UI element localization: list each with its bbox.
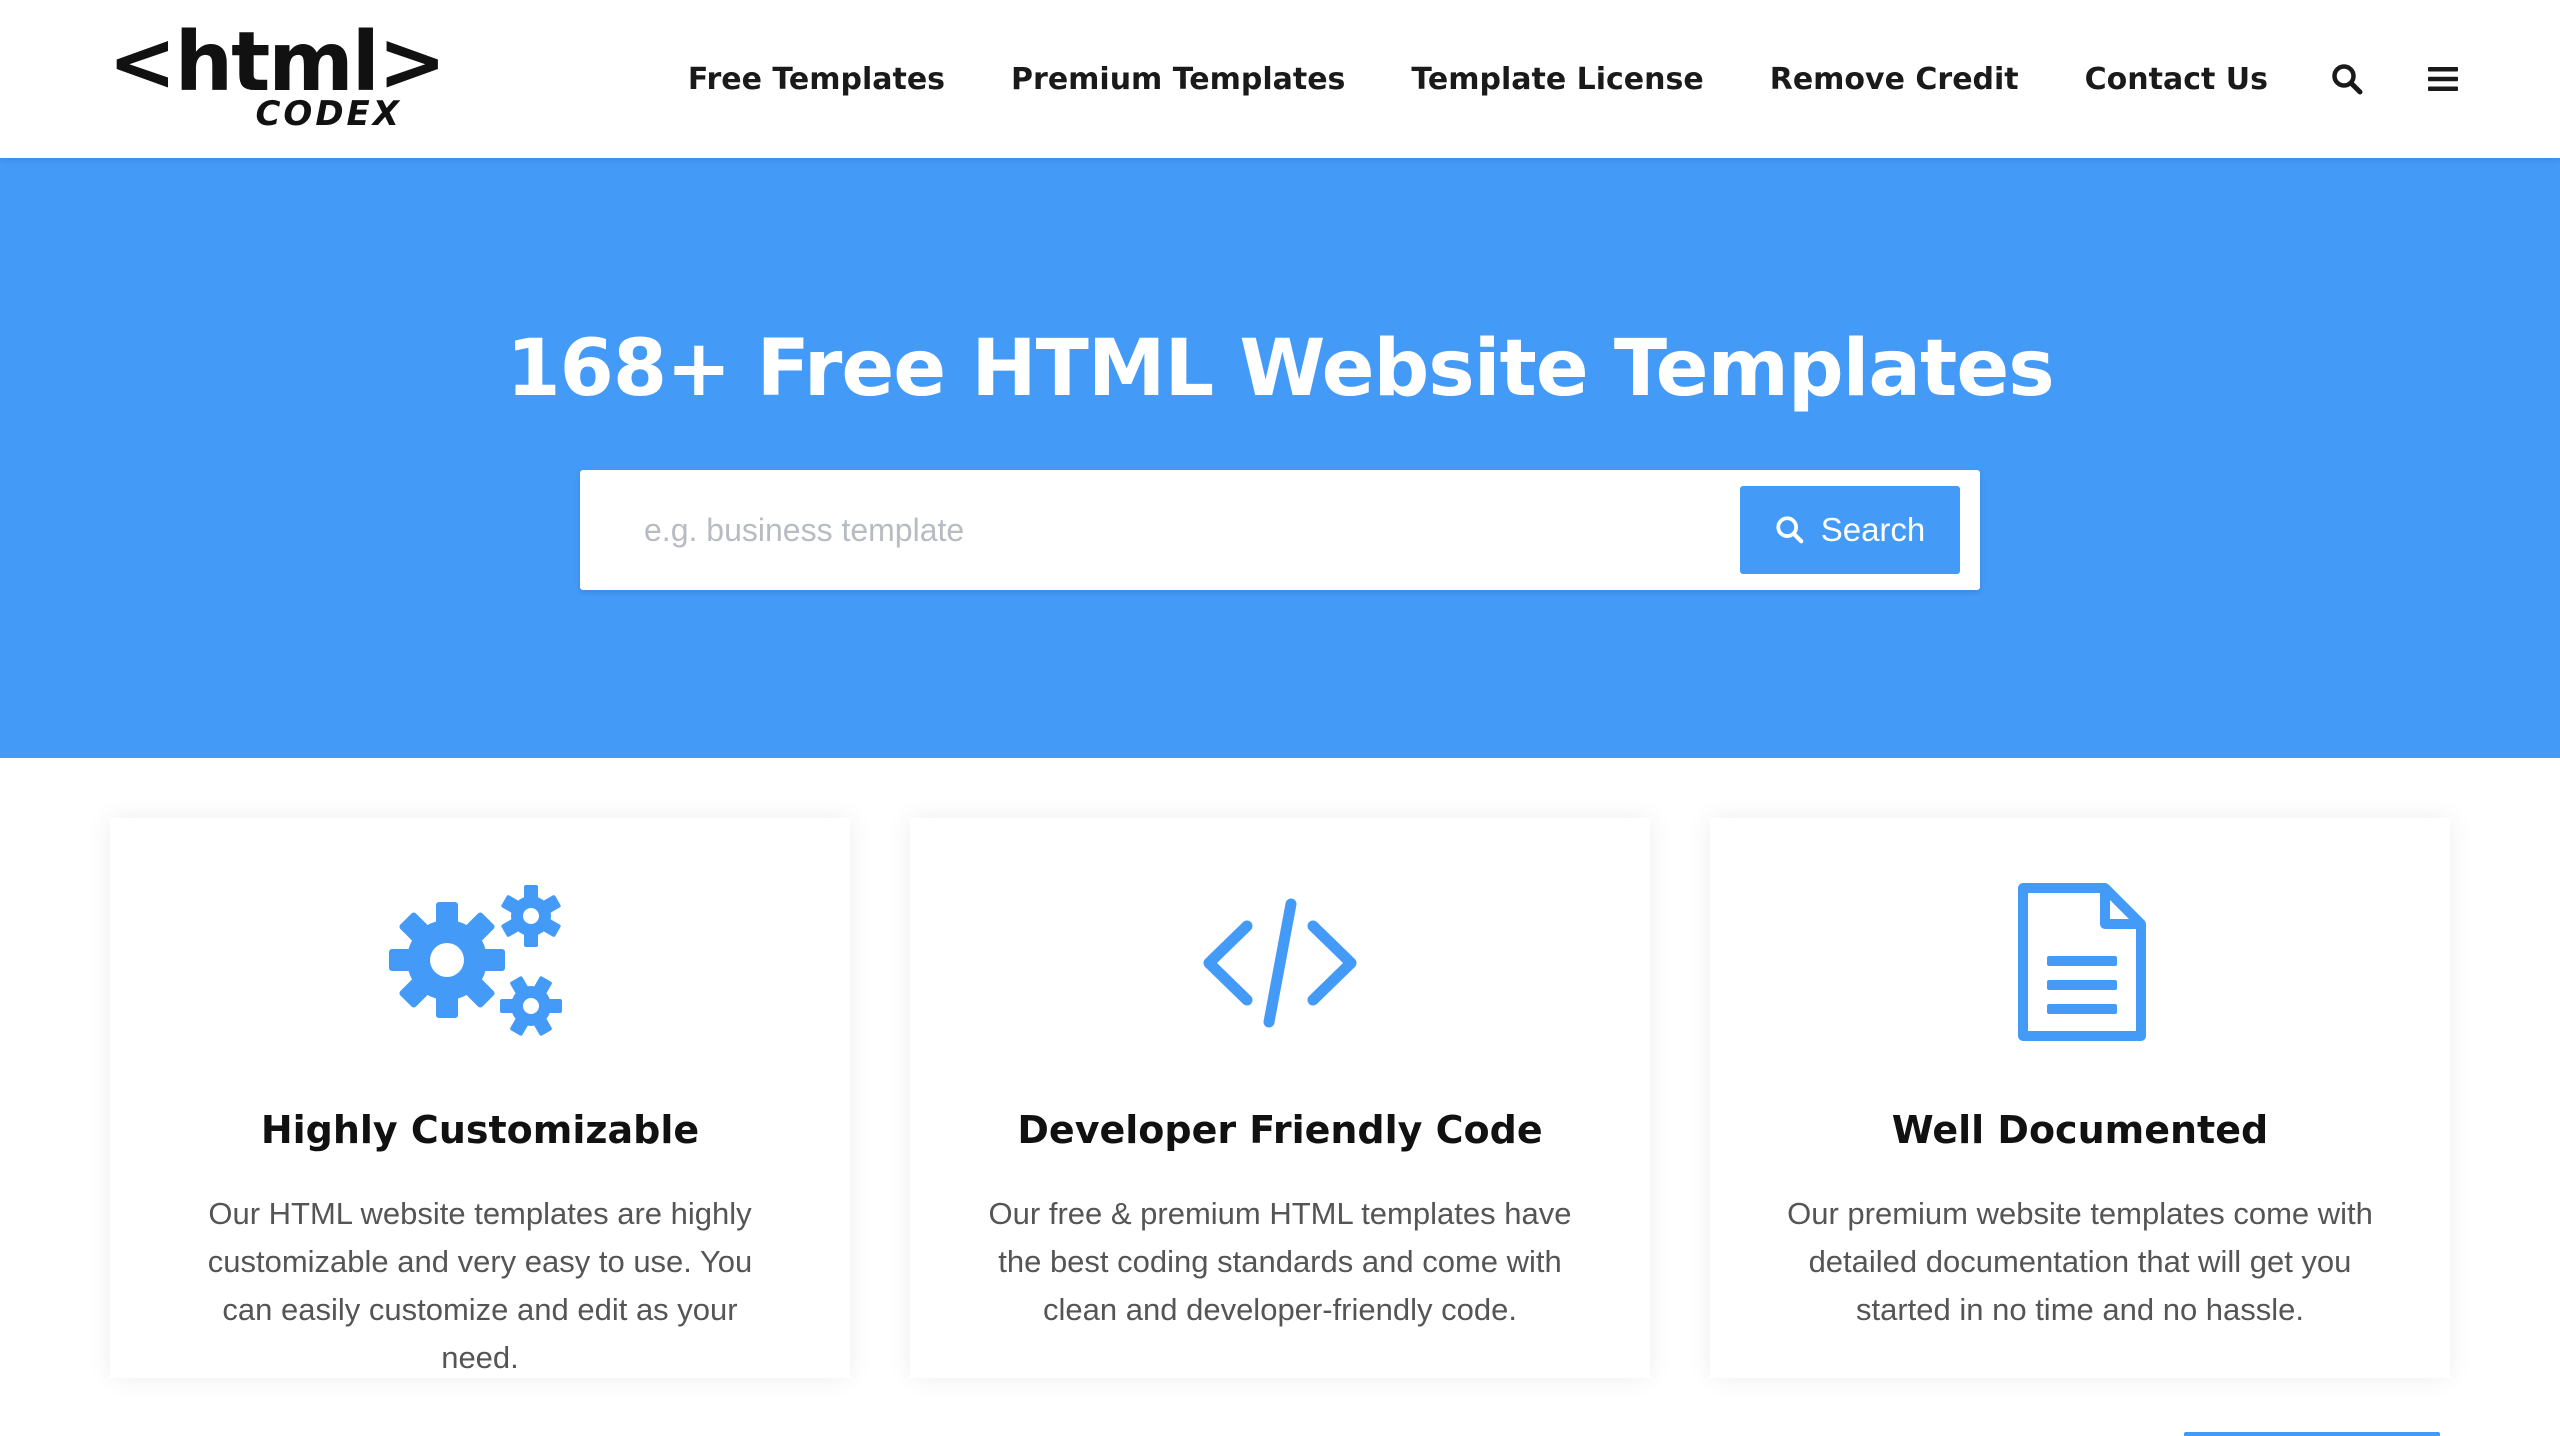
gears-icon: [110, 878, 850, 1048]
template-search-form: Search: [580, 470, 1980, 590]
feature-description: Our HTML website templates are highly cu…: [207, 1196, 753, 1375]
feature-card-developer-friendly: Developer Friendly Code Our free & premi…: [910, 818, 1650, 1378]
code-icon: [910, 878, 1650, 1048]
document-icon: [1710, 878, 2450, 1048]
main-nav: Free Templates Premium Templates Templat…: [622, 0, 2460, 158]
feature-card-customizable: Highly Customizable Our HTML website tem…: [110, 818, 850, 1378]
hamburger-menu-icon[interactable]: [2426, 62, 2460, 96]
nav-remove-credit[interactable]: Remove Credit: [1770, 62, 2019, 97]
feature-card-well-documented: Well Documented Our premium website temp…: [1710, 818, 2450, 1378]
features-section: Highly Customizable Our HTML website tem…: [0, 758, 2560, 1436]
feature-description: Our free & premium HTML templates have t…: [988, 1196, 1572, 1327]
logo-subtitle: CODEX: [255, 94, 402, 134]
nav-premium-templates[interactable]: Premium Templates: [1011, 62, 1345, 97]
search-button[interactable]: Search: [1740, 486, 1960, 574]
site-header: <html> CODEX Free Templates Premium Temp…: [0, 0, 2560, 158]
feature-title: Well Documented: [1891, 1108, 2269, 1152]
feature-title: Highly Customizable: [260, 1108, 700, 1152]
search-button-label: Search: [1820, 511, 1926, 548]
nav-free-templates[interactable]: Free Templates: [688, 62, 945, 97]
search-icon[interactable]: [2330, 62, 2364, 96]
nav-contact-us[interactable]: Contact Us: [2085, 62, 2268, 97]
feature-title: Developer Friendly Code: [1017, 1108, 1543, 1152]
partial-button-edge: [2184, 1432, 2440, 1436]
htmlcodex-logo[interactable]: <html> CODEX: [108, 22, 447, 135]
nav-template-license[interactable]: Template License: [1411, 62, 1703, 97]
feature-description: Our premium website templates come with …: [1787, 1196, 2373, 1327]
hero-title: 168+ Free HTML Website Templates: [506, 324, 2054, 414]
template-search-input[interactable]: [580, 470, 1730, 590]
logo-wordmark: <html>: [108, 15, 447, 110]
search-icon: [1776, 516, 1804, 544]
hero-section: 168+ Free HTML Website Templates Search: [0, 158, 2560, 758]
